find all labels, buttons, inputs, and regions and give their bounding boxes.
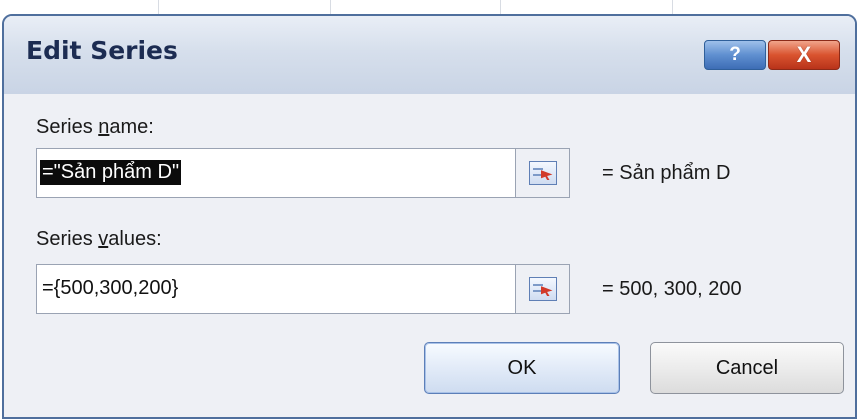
series-name-label: Series name: [36,116,154,139]
collapse-dialog-icon [528,277,557,301]
series-name-accelerator: n [98,116,110,138]
series-name-label-rest: ame: [109,116,154,138]
series-name-range-button[interactable] [516,148,570,198]
cancel-button-label: Cancel [715,356,779,379]
series-name-value: ="Sản phẩm D" [40,160,182,185]
edit-series-dialog: Edit Series ? X Series name: ="Sản phẩm … [2,14,857,419]
help-icon: ? [729,44,741,65]
cancel-button[interactable]: Cancel [650,342,844,394]
series-values-accelerator: v [98,228,109,250]
close-icon: X [796,42,812,67]
dialog-title: Edit Series [26,36,178,65]
title-bar[interactable]: Edit Series ? X [4,16,855,95]
series-name-preview: = Sản phẩm D [602,162,731,184]
series-values-label-rest: alues: [108,228,162,250]
dialog-body: Series name: ="Sản phẩm D" = Sản phẩm D … [4,94,855,417]
ok-button[interactable]: OK [424,342,620,394]
series-values-input[interactable]: ={500,300,200} [36,264,516,314]
series-name-input[interactable]: ="Sản phẩm D" [36,148,516,198]
close-button[interactable]: X [768,40,840,70]
series-values-value: ={500,300,200} [42,277,179,299]
series-values-range-button[interactable] [516,264,570,314]
series-name-label-text: Series [36,116,99,138]
help-button[interactable]: ? [704,40,766,70]
series-values-label-text: Series [36,228,99,250]
collapse-dialog-icon [528,161,557,185]
ok-button-label: OK [507,356,537,379]
series-values-label: Series values: [36,228,162,251]
series-values-preview: = 500, 300, 200 [602,278,742,300]
